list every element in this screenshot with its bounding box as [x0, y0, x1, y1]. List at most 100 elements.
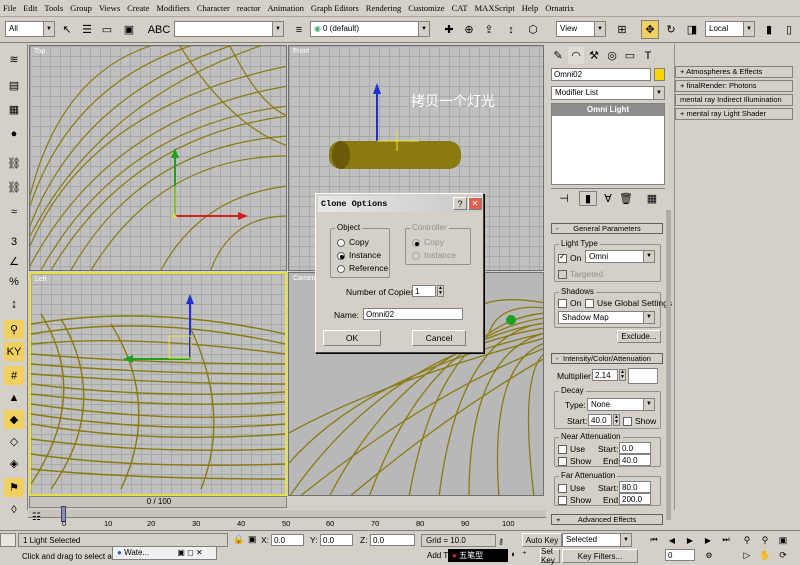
near-end-input[interactable]: 40.0: [619, 454, 651, 466]
named-selection-set-dropdown[interactable]: ▼: [174, 21, 284, 37]
far-use-checkbox[interactable]: Use: [558, 483, 585, 494]
decay-start-input[interactable]: 40.0: [588, 414, 612, 426]
modifier-list-dropdown[interactable]: Modifier List ▼: [551, 86, 665, 100]
auto-key-button[interactable]: Auto Key: [522, 533, 562, 547]
remove-modifier-icon[interactable]: 🗑: [617, 191, 635, 206]
far-start-input[interactable]: 80.0: [619, 481, 651, 493]
align-camera-icon[interactable]: ◈: [4, 454, 24, 473]
close-button[interactable]: ✕: [468, 197, 482, 210]
unlink-tool-icon[interactable]: ⛓: [4, 178, 24, 197]
display-tab-icon[interactable]: ▭: [621, 46, 639, 65]
hierarchy-tab-icon[interactable]: ⚒: [585, 46, 603, 65]
shadow-type-dropdown[interactable]: Shadow Map ▼: [558, 311, 655, 324]
normal-align-icon[interactable]: ◆: [4, 410, 24, 429]
layer-dropdown[interactable]: ◉ 0 (default) ▼: [310, 21, 430, 37]
create-tab-icon[interactable]: ✎: [549, 46, 567, 65]
quick-align-icon[interactable]: ◊: [4, 500, 24, 519]
lock-icon[interactable]: 🔒: [233, 534, 244, 545]
maxscript-listener-icon[interactable]: [0, 533, 16, 547]
absolute-mode-icon[interactable]: ▣: [248, 534, 257, 545]
menu-create[interactable]: Create: [127, 3, 149, 13]
menu-character[interactable]: Character: [197, 3, 230, 13]
show-end-result-icon[interactable]: ▮: [579, 191, 597, 206]
time-config-icon[interactable]: ⚙: [700, 548, 718, 562]
orbit-icon[interactable]: ⟳: [774, 548, 792, 562]
zoom-extents-icon[interactable]: ▣: [774, 533, 792, 547]
menu-cat[interactable]: CAT: [452, 3, 468, 13]
motion-tab-icon[interactable]: ◎: [603, 46, 621, 65]
command-panel-scrollbar[interactable]: [666, 210, 671, 520]
go-to-start-icon[interactable]: ⏮: [645, 533, 663, 547]
select-by-name-icon[interactable]: ☰: [78, 20, 96, 39]
menu-ornatrix[interactable]: Ornatrix: [545, 3, 574, 13]
ok-button[interactable]: OK: [323, 330, 381, 346]
pin-stack-icon[interactable]: ⊣: [555, 191, 573, 206]
key-set-dropdown[interactable]: Selected ▼: [562, 533, 632, 547]
taskbar-item[interactable]: ● Wate... ▣ ◻ ✕: [112, 546, 217, 560]
selection-filter-dropdown[interactable]: All ▼: [5, 21, 55, 37]
radio-reference[interactable]: Reference: [337, 263, 388, 273]
copies-spinner[interactable]: ▲ ▼: [437, 285, 444, 297]
next-frame-icon[interactable]: ▶: [699, 533, 717, 547]
key-icon[interactable]: ⚷: [498, 537, 510, 547]
intensity-rollout[interactable]: - Intensity/Color/Attenuation: [551, 353, 663, 364]
layers-icon[interactable]: ≋: [4, 50, 24, 69]
zoom-icon[interactable]: ⚲: [738, 533, 756, 547]
go-to-end-icon[interactable]: ⏭: [717, 533, 735, 547]
mirror-icon[interactable]: ⬡: [524, 20, 542, 39]
rotate-icon[interactable]: ↻: [662, 20, 680, 39]
snap-toggle-icon[interactable]: ⚲: [4, 320, 24, 339]
configure-sets-icon[interactable]: ▦: [643, 191, 661, 206]
general-parameters-rollout[interactable]: - General Parameters: [551, 223, 663, 234]
use-global-settings-checkbox[interactable]: Use Global Settings: [585, 298, 672, 309]
link-tool-icon[interactable]: ⛓: [4, 154, 24, 173]
cancel-button[interactable]: Cancel: [412, 330, 466, 346]
menu-file[interactable]: File: [3, 3, 16, 13]
shadows-on-checkbox[interactable]: On: [558, 298, 581, 309]
keyboard-shortcut-icon[interactable]: ▯: [780, 20, 798, 39]
radio-copy[interactable]: Copy: [337, 237, 369, 247]
decay-show-checkbox[interactable]: Show: [623, 416, 656, 427]
spinner-snap-icon[interactable]: ↨: [4, 294, 24, 313]
track-bar-icon[interactable]: ☷: [32, 512, 48, 524]
schematic-icon[interactable]: ▦: [4, 100, 24, 119]
viewport-left[interactable]: Left: [29, 272, 287, 496]
help-button[interactable]: ?: [453, 197, 467, 210]
menu-views[interactable]: Views: [99, 3, 120, 13]
menu-group[interactable]: Group: [70, 3, 92, 13]
named-selection-icon[interactable]: ABC: [148, 20, 170, 39]
multiplier-input[interactable]: 2.14: [592, 369, 618, 381]
multiplier-spinner[interactable]: ▲ ▼: [619, 369, 626, 381]
unlink-icon[interactable]: ⊕: [460, 20, 478, 39]
decay-start-spinner[interactable]: ▲ ▼: [613, 414, 620, 426]
current-frame-input[interactable]: 0: [665, 549, 695, 561]
select-region-icon[interactable]: ▭: [98, 20, 116, 39]
near-use-checkbox[interactable]: Use: [558, 444, 585, 455]
exclude-button[interactable]: Exclude...: [617, 330, 661, 343]
far-end-input[interactable]: 200.0: [619, 493, 651, 505]
menu-tools[interactable]: Tools: [44, 3, 63, 13]
transform-coord-dropdown[interactable]: Local ▼: [705, 21, 755, 37]
align-icon[interactable]: ▲: [4, 388, 24, 407]
viewport-top[interactable]: ✦ Top: [29, 45, 287, 271]
decay-type-dropdown[interactable]: None ▼: [587, 398, 655, 411]
menu-maxscript[interactable]: MAXScript: [475, 3, 515, 13]
light-on-checkbox[interactable]: On: [558, 252, 581, 264]
percent-snap-icon[interactable]: %: [4, 272, 24, 291]
timeline-track[interactable]: 0 10 20 30 40 50 60 70 80 90 100: [28, 506, 546, 530]
scale-icon[interactable]: ◨: [683, 20, 701, 39]
near-show-checkbox[interactable]: Show: [558, 456, 591, 467]
menu-rendering[interactable]: Rendering: [366, 3, 401, 13]
object-name-input[interactable]: Omni02: [551, 68, 651, 81]
copies-input[interactable]: 1: [412, 285, 436, 297]
align-view-icon[interactable]: ⚑: [4, 478, 24, 497]
modify-tab-icon[interactable]: ◠: [567, 46, 585, 65]
play-icon[interactable]: ▶: [681, 533, 699, 547]
move-icon[interactable]: ↕: [502, 20, 520, 39]
window-crossing-icon[interactable]: ▣: [120, 20, 138, 39]
make-unique-icon[interactable]: ∀: [599, 191, 617, 206]
light-color-swatch[interactable]: [628, 368, 658, 384]
link-icon[interactable]: ✚: [440, 20, 458, 39]
object-color-swatch[interactable]: [654, 68, 665, 81]
menu-animation[interactable]: Animation: [268, 3, 304, 13]
